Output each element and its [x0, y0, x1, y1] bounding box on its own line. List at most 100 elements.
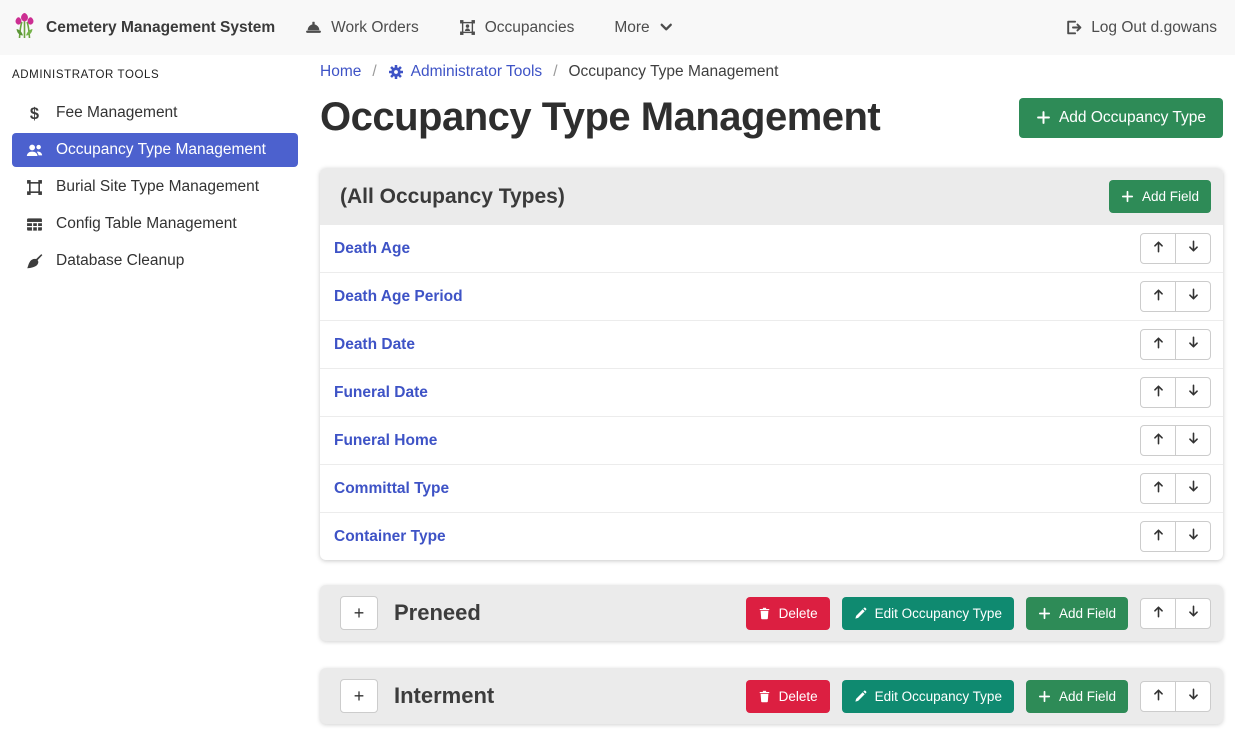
arrow-down-icon: [1186, 687, 1201, 706]
field-link[interactable]: Death Date: [334, 336, 415, 354]
edit-occupancy-type-button[interactable]: Edit Occupancy Type: [842, 597, 1014, 630]
page-title: Occupancy Type Management: [320, 95, 880, 140]
sidebar-item-burial-site-type-management[interactable]: Burial Site Type Management: [12, 170, 298, 204]
table-icon: [24, 216, 44, 233]
type-reorder-buttons: [1140, 598, 1211, 629]
field-reorder-buttons: [1140, 233, 1211, 264]
field-link[interactable]: Death Age Period: [334, 288, 463, 306]
move-down-button[interactable]: [1175, 473, 1211, 504]
add-occupancy-type-button[interactable]: Add Occupancy Type: [1019, 98, 1223, 138]
sidebar-item-occupancy-type-management[interactable]: Occupancy Type Management: [12, 133, 298, 167]
gear-icon: [388, 64, 404, 80]
logout-link[interactable]: Log Out d.gowans: [1065, 19, 1217, 37]
breadcrumb-item-administrator-tools[interactable]: Administrator Tools: [388, 63, 543, 81]
move-down-button[interactable]: [1175, 329, 1211, 360]
main-content: Home / Administrator Tools / Occupancy T…: [310, 55, 1235, 738]
nav-item-more[interactable]: More: [614, 19, 673, 37]
arrow-up-icon: [1151, 239, 1166, 258]
move-down-button[interactable]: [1175, 521, 1211, 552]
field-row-death-age: Death Age: [320, 225, 1223, 272]
type-reorder-buttons: [1140, 681, 1211, 712]
tulip-logo-icon: [12, 11, 37, 44]
sidebar-item-config-table-management[interactable]: Config Table Management: [12, 207, 298, 241]
occupancy-type-cards: + Preneed Delete Edit Occupancy Type Add…: [320, 585, 1223, 724]
field-row-funeral-date: Funeral Date: [320, 368, 1223, 416]
move-down-button[interactable]: [1175, 377, 1211, 408]
field-link[interactable]: Funeral Home: [334, 432, 437, 450]
add-field-button[interactable]: Add Field: [1109, 180, 1211, 213]
move-up-button[interactable]: [1140, 425, 1176, 456]
move-up-button[interactable]: [1140, 521, 1176, 552]
field-link[interactable]: Death Age: [334, 240, 410, 258]
arrow-up-icon: [1151, 479, 1166, 498]
move-down-button[interactable]: [1175, 233, 1211, 264]
edit-occupancy-type-button[interactable]: Edit Occupancy Type: [842, 680, 1014, 713]
navbar-links: Work Orders Occupancies More: [305, 19, 673, 37]
occupancy-type-card-preneed: + Preneed Delete Edit Occupancy Type Add…: [320, 585, 1223, 641]
move-up-button[interactable]: [1140, 329, 1176, 360]
expand-button[interactable]: +: [340, 596, 378, 630]
nav-item-work-orders[interactable]: Work Orders: [305, 19, 419, 37]
occupancy-icon: [459, 19, 476, 36]
field-row-death-date: Death Date: [320, 320, 1223, 368]
arrow-up-icon: [1151, 431, 1166, 450]
arrow-up-icon: [1151, 335, 1166, 354]
all-types-card-title: (All Occupancy Types): [340, 185, 565, 209]
users-icon: [24, 142, 44, 159]
occupancy-type-name: Interment: [394, 683, 494, 709]
expand-button[interactable]: +: [340, 679, 378, 713]
arrow-down-icon: [1186, 479, 1201, 498]
plus-icon: [1036, 110, 1051, 125]
move-down-button[interactable]: [1175, 681, 1211, 712]
move-down-button[interactable]: [1175, 425, 1211, 456]
move-up-button[interactable]: [1140, 681, 1176, 712]
field-row-committal-type: Committal Type: [320, 464, 1223, 512]
app-title: Cemetery Management System: [46, 19, 275, 37]
arrow-down-icon: [1186, 604, 1201, 623]
breadcrumb: Home / Administrator Tools / Occupancy T…: [320, 63, 1223, 81]
add-field-button[interactable]: Add Field: [1026, 597, 1128, 630]
arrow-down-icon: [1186, 527, 1201, 546]
field-reorder-buttons: [1140, 377, 1211, 408]
navbar: Cemetery Management System Work Orders O…: [0, 0, 1235, 55]
pencil-icon: [854, 690, 867, 703]
logout-icon: [1065, 19, 1082, 36]
field-link[interactable]: Committal Type: [334, 480, 449, 498]
arrow-up-icon: [1151, 687, 1166, 706]
trash-icon: [758, 690, 771, 703]
move-up-button[interactable]: [1140, 473, 1176, 504]
delete-button[interactable]: Delete: [746, 597, 830, 630]
delete-button[interactable]: Delete: [746, 680, 830, 713]
arrow-down-icon: [1186, 431, 1201, 450]
move-up-button[interactable]: [1140, 377, 1176, 408]
field-row-funeral-home: Funeral Home: [320, 416, 1223, 464]
hard-hat-icon: [305, 19, 322, 36]
vector-square-icon: [24, 179, 44, 196]
all-occupancy-types-card: (All Occupancy Types) Add Field Death Ag…: [320, 168, 1223, 560]
sidebar-item-database-cleanup[interactable]: Database Cleanup: [12, 244, 298, 278]
move-up-button[interactable]: [1140, 598, 1176, 629]
breadcrumb-item-home[interactable]: Home: [320, 63, 361, 81]
breadcrumb-separator: /: [372, 63, 376, 81]
move-up-button[interactable]: [1140, 233, 1176, 264]
add-field-button[interactable]: Add Field: [1026, 680, 1128, 713]
move-down-button[interactable]: [1175, 598, 1211, 629]
field-link[interactable]: Container Type: [334, 528, 446, 546]
move-up-button[interactable]: [1140, 281, 1176, 312]
svg-text:$: $: [29, 105, 38, 122]
arrow-up-icon: [1151, 604, 1166, 623]
app-brand[interactable]: Cemetery Management System: [12, 11, 275, 44]
field-reorder-buttons: [1140, 329, 1211, 360]
all-types-card-header: (All Occupancy Types) Add Field: [320, 168, 1223, 225]
sidebar-item-fee-management[interactable]: $ Fee Management: [12, 96, 298, 130]
arrow-down-icon: [1186, 239, 1201, 258]
move-down-button[interactable]: [1175, 281, 1211, 312]
arrow-down-icon: [1186, 287, 1201, 306]
nav-item-occupancies[interactable]: Occupancies: [459, 19, 575, 37]
trash-icon: [758, 607, 771, 620]
dollar-icon: $: [24, 105, 44, 122]
field-link[interactable]: Funeral Date: [334, 384, 428, 402]
occupancy-type-card-interment: + Interment Delete Edit Occupancy Type A…: [320, 668, 1223, 724]
plus-icon: [1038, 607, 1051, 620]
field-reorder-buttons: [1140, 473, 1211, 504]
